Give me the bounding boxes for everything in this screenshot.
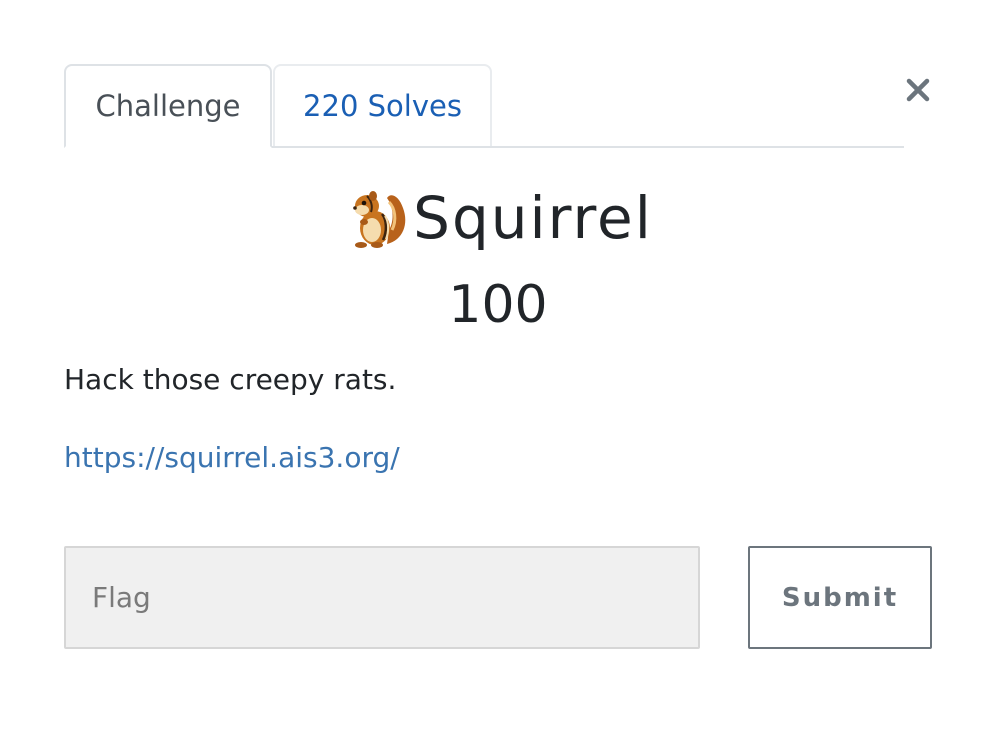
challenge-points: 100 bbox=[448, 275, 548, 335]
tab-challenge[interactable]: Challenge bbox=[64, 64, 272, 148]
close-icon bbox=[906, 78, 930, 102]
challenge-name: Squirrel bbox=[413, 184, 653, 252]
tab-solves[interactable]: 220 Solves bbox=[273, 64, 492, 146]
submit-button[interactable]: Submit bbox=[748, 546, 932, 649]
challenge-title: Squirrel bbox=[0, 180, 996, 256]
challenge-tabs: Challenge 220 Solves bbox=[64, 64, 904, 148]
challenge-description: Hack those creepy rats. bbox=[64, 363, 397, 396]
close-button[interactable] bbox=[898, 70, 938, 110]
chipmunk-emoji-icon bbox=[353, 191, 406, 248]
tab-solves-label: 220 Solves bbox=[303, 89, 462, 123]
tab-challenge-label: Challenge bbox=[95, 89, 241, 123]
challenge-link[interactable]: https://squirrel.ais3.org/ bbox=[64, 436, 400, 480]
flag-input[interactable] bbox=[64, 546, 700, 649]
challenge-modal: Challenge 220 Solves Squirrel 100 Hack t… bbox=[0, 0, 996, 745]
